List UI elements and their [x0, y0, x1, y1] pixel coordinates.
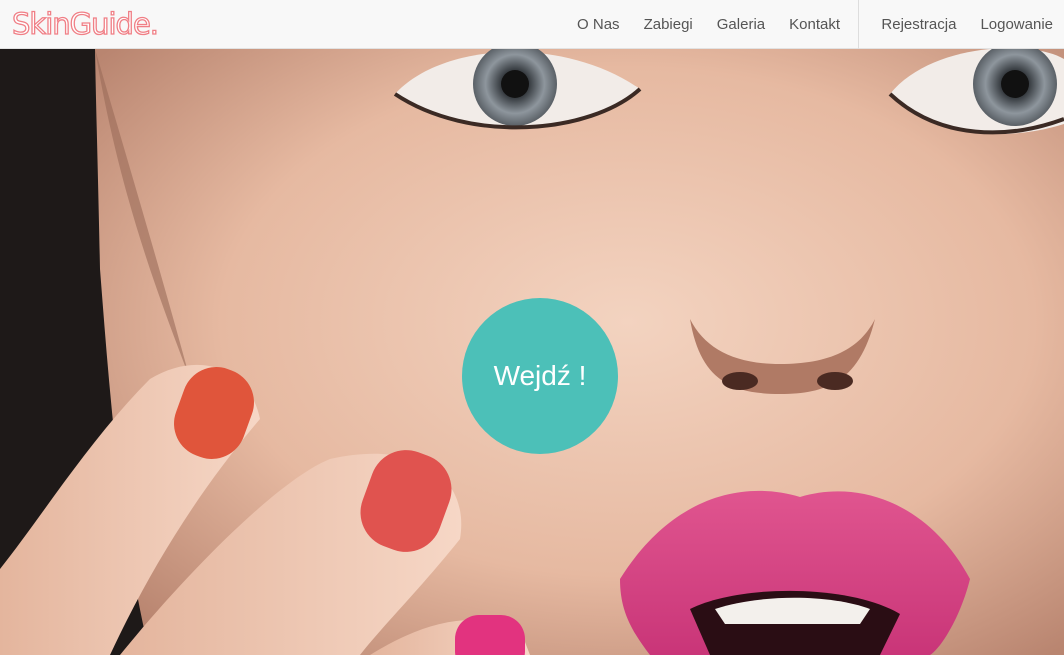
- nav-item-o-nas[interactable]: O Nas: [565, 0, 632, 49]
- nav-item-zabiegi[interactable]: Zabiegi: [632, 0, 705, 49]
- nav-item-galeria[interactable]: Galeria: [705, 0, 777, 49]
- nav-item-logowanie[interactable]: Logowanie: [968, 0, 1064, 49]
- main-nav: O Nas Zabiegi Galeria Kontakt: [565, 0, 852, 49]
- top-navbar: SkinGuide. O Nas Zabiegi Galeria Kontakt…: [0, 0, 1064, 49]
- hero-section: Wejdź !: [0, 49, 1064, 655]
- brand-logo[interactable]: SkinGuide.: [11, 4, 159, 44]
- account-nav: Rejestracja Logowanie: [858, 0, 1064, 49]
- enter-button[interactable]: Wejdź !: [462, 298, 618, 454]
- nav-item-kontakt[interactable]: Kontakt: [777, 0, 852, 49]
- nav-item-rejestracja[interactable]: Rejestracja: [869, 0, 968, 49]
